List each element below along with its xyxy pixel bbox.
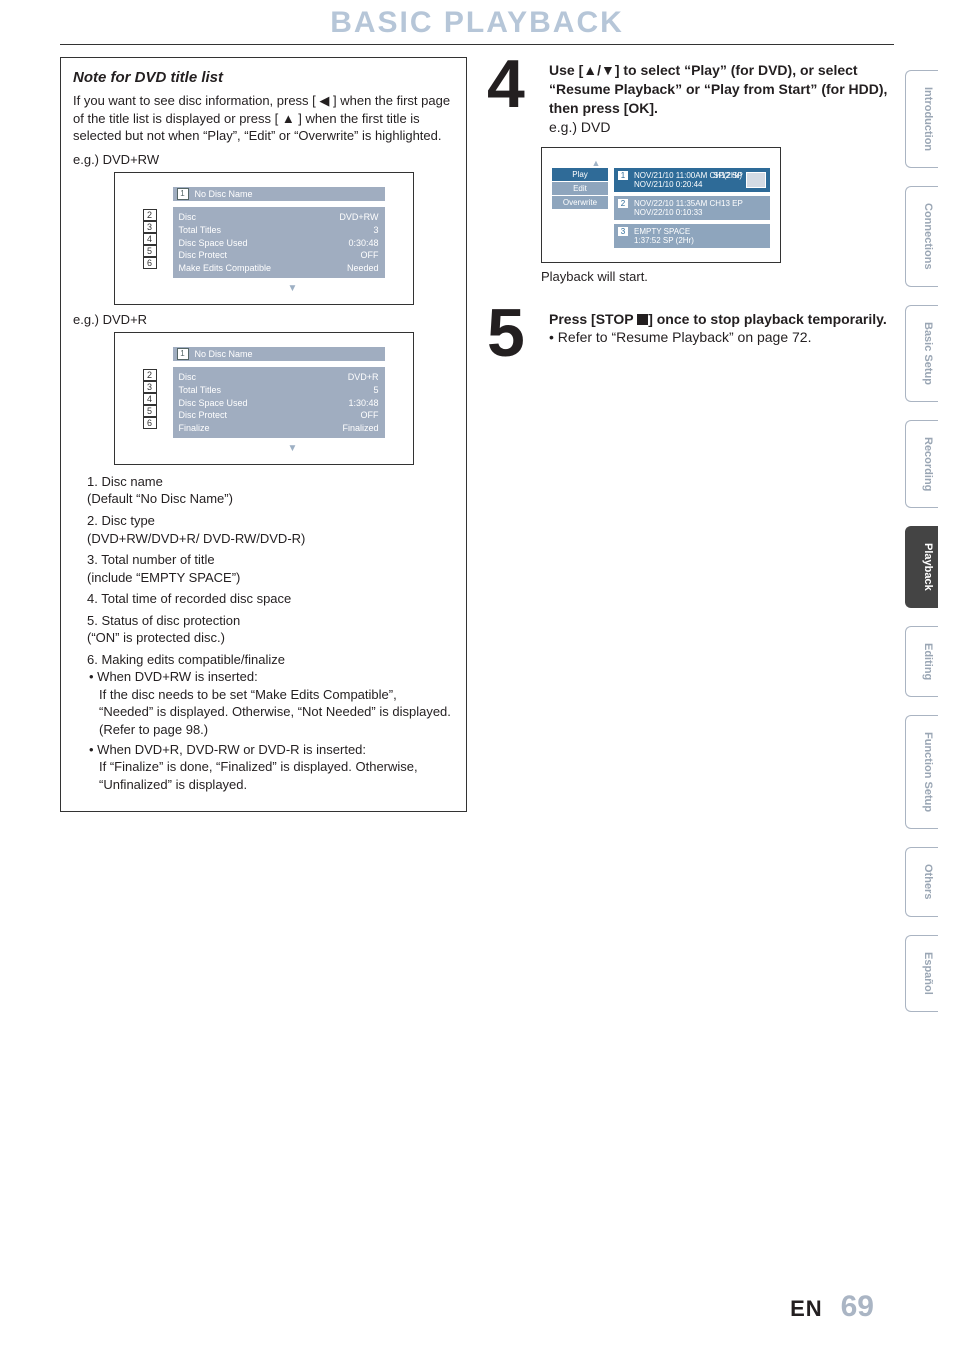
menu-edit: Edit — [552, 182, 608, 196]
title-entry-3: 3 EMPTY SPACE 1:37:52 SP (2Hr) — [614, 224, 770, 248]
callout-1b: 1 — [177, 348, 189, 360]
tab-basic-setup[interactable]: Basic Setup — [905, 305, 938, 402]
step-5: 5 Press [STOP ] once to stop playback te… — [487, 306, 894, 360]
tab-introduction[interactable]: Introduction — [905, 70, 938, 168]
tab-connections[interactable]: Connections — [905, 186, 938, 287]
callout-tags: 2 3 4 5 6 — [143, 369, 157, 429]
note-heading: Note for DVD title list — [73, 68, 454, 88]
tab-espanol[interactable]: Español — [905, 935, 938, 1012]
up-arrow-icon: ▲ — [422, 158, 770, 168]
thumbnail-icon — [746, 172, 766, 188]
disc-info-panel-rw: 1 No Disc Name 2 3 4 5 6 DiscDVD+RW Tota… — [114, 172, 414, 304]
disc-name-value: No Disc Name — [195, 188, 253, 200]
disc-info-panel-r: 1 No Disc Name 2 3 4 5 6 DiscDVD+R Total… — [114, 332, 414, 464]
tab-editing[interactable]: Editing — [905, 626, 938, 697]
callout-tags: 2 3 4 5 6 — [143, 209, 157, 269]
playback-side-menu: Play Edit Overwrite — [552, 168, 608, 252]
section-title: BASIC PLAYBACK — [0, 6, 954, 40]
tab-function-setup[interactable]: Function Setup — [905, 715, 938, 829]
eg-label-2: e.g.) DVD+R — [73, 311, 454, 329]
menu-play: Play — [552, 168, 608, 182]
tab-others[interactable]: Others — [905, 847, 938, 917]
eg-label-1: e.g.) DVD+RW — [73, 151, 454, 169]
note-box: Note for DVD title list If you want to s… — [60, 57, 467, 812]
disc-name-value: No Disc Name — [195, 348, 253, 360]
divider — [60, 44, 894, 45]
legend-list: 1. Disc name(Default “No Disc Name”) 2. … — [73, 473, 454, 793]
tab-recording[interactable]: Recording — [905, 420, 938, 508]
title-entry-1: 1 SP(2Hr) NOV/21/10 11:00AM CH12 SP NOV/… — [614, 168, 770, 192]
menu-overwrite: Overwrite — [552, 196, 608, 210]
step-4-result: Playback will start. — [541, 269, 894, 284]
stop-icon — [637, 314, 648, 325]
down-arrow-icon: ▼ — [173, 282, 413, 296]
playback-screen: ▲ Play Edit Overwrite 1 SP(2Hr) NOV/21/1… — [541, 147, 781, 263]
step-4-eg: e.g.) DVD — [549, 118, 894, 137]
side-nav-tabs: Introduction Connections Basic Setup Rec… — [905, 70, 938, 1012]
down-arrow-icon: ▼ — [173, 442, 413, 456]
lang-code: EN — [790, 1296, 823, 1322]
tab-playback[interactable]: Playback — [905, 526, 938, 608]
step-4-instruction: Use [▲/▼] to select “Play” (for DVD), or… — [549, 62, 887, 116]
note-body: If you want to see disc information, pre… — [73, 92, 454, 145]
title-entry-2: 2 NOV/22/10 11:35AM CH13 EP NOV/22/10 0:… — [614, 196, 770, 220]
step-4: 4 Use [▲/▼] to select “Play” (for DVD), … — [487, 57, 894, 137]
step-number-5: 5 — [487, 306, 541, 360]
step-5-instruction: Press [STOP ] once to stop playback temp… — [549, 311, 887, 327]
page-footer: EN 69 — [790, 1290, 874, 1324]
step-number-4: 4 — [487, 57, 541, 111]
callout-1: 1 — [177, 188, 189, 200]
page-number: 69 — [841, 1290, 874, 1324]
step-5-bullet: • Refer to “Resume Playback” on page 72. — [549, 328, 887, 347]
